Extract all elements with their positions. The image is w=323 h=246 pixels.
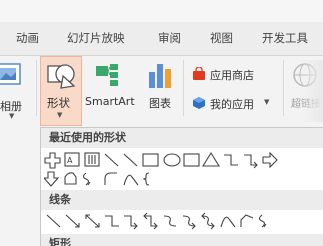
lines-header: 线条 (41, 190, 323, 210)
line-shape-icon[interactable] (123, 153, 138, 167)
double-arrow-line-shape-icon[interactable] (85, 214, 100, 228)
oval-shape-icon[interactable] (163, 153, 181, 167)
vertical-textbox-shape-icon[interactable] (84, 152, 100, 167)
curved-connector-shape-icon[interactable] (163, 215, 177, 227)
cross-shape-icon[interactable] (44, 152, 61, 169)
my-apps-label: 我的应用 (210, 98, 254, 111)
chart-label: 图表 (149, 97, 171, 110)
line-shape-icon[interactable] (46, 214, 61, 228)
store-bag-icon (193, 67, 205, 80)
powerpoint-insert-ribbon: 动画 幻灯片放映 审阅 视图 开发工具 相册 ▼ 形状 ▼ SmartArt 图… (0, 0, 323, 246)
elbow-connector-shape-icon[interactable] (224, 154, 238, 166)
textbox-shape-icon[interactable]: A (64, 152, 80, 167)
elbow-arrow-connector-shape-icon[interactable] (124, 215, 138, 230)
curve-shape-icon[interactable] (220, 216, 236, 228)
smartart-label: SmartArt (85, 95, 135, 108)
ribbon-edge-fade (300, 60, 323, 122)
rectangle-shape-icon[interactable] (183, 153, 200, 167)
photo-album-button[interactable]: 相册 ▼ (0, 58, 34, 122)
brace-shape-icon[interactable] (142, 172, 150, 186)
smartart-button[interactable]: SmartArt (84, 58, 140, 118)
tab-slideshow[interactable]: 幻灯片放映 (67, 30, 125, 46)
shapes-gallery-dropdown: 最近使用的形状 A 线条 矩形 (40, 127, 323, 246)
group-separator (283, 60, 284, 116)
recent-shapes-row-2 (44, 171, 150, 187)
my-apps-dropdown-arrow[interactable]: ▼ (264, 98, 269, 106)
elbow-connector-shape-icon[interactable] (105, 215, 119, 227)
group-separator (183, 60, 184, 116)
rectangles-header: 矩形 (41, 234, 323, 246)
shapes-dropdown-arrow: ▼ (57, 111, 63, 119)
elbow-arrow-connector-shape-icon[interactable] (244, 154, 258, 169)
tab-animation[interactable]: 动画 (16, 30, 39, 46)
chart-icon (149, 64, 171, 88)
shapes-button[interactable]: 形状 ▼ (40, 56, 82, 126)
right-arrow-shape-icon[interactable] (262, 151, 278, 169)
scribble-shape-icon[interactable] (258, 214, 267, 228)
ribbon-tab-bar: 动画 幻灯片放映 审阅 视图 开发工具 (0, 0, 323, 56)
title-strip (0, 0, 323, 22)
triangle-shape-icon[interactable] (202, 151, 220, 167)
my-apps-icon (193, 97, 205, 109)
curved-arrow-connector-shape-icon[interactable] (182, 215, 196, 230)
line-arrow-shape-icon[interactable] (65, 214, 80, 228)
shapes-icon (47, 64, 76, 89)
scribble-shape-icon[interactable] (82, 172, 91, 186)
arc-shape-icon[interactable] (104, 172, 117, 185)
photo-album-dropdown-arrow: ▼ (9, 112, 15, 120)
smartart-icon (96, 64, 118, 86)
elbow-double-arrow-connector-shape-icon[interactable] (143, 212, 158, 230)
tab-view[interactable]: 视图 (210, 30, 233, 46)
my-apps-button[interactable]: 我的应用 ▼ (190, 95, 280, 113)
svg-text:A: A (67, 156, 73, 165)
freeform-shape-icon[interactable] (64, 172, 77, 185)
down-arrow-shape-icon[interactable] (44, 171, 60, 187)
tab-developer[interactable]: 开发工具 (262, 30, 308, 46)
recent-shapes-header: 最近使用的形状 (41, 128, 323, 148)
line-shape-icon[interactable] (104, 153, 119, 167)
lines-row (46, 212, 267, 230)
group-separator (36, 60, 37, 116)
curved-double-arrow-connector-shape-icon[interactable] (201, 212, 215, 230)
shapes-label: 形状 (47, 96, 70, 110)
app-store-button[interactable]: 应用商店 (190, 66, 270, 84)
app-store-label: 应用商店 (210, 69, 254, 82)
recent-shapes-row-1: A (44, 151, 278, 169)
chart-button[interactable]: 图表 (144, 58, 178, 118)
tab-review[interactable]: 审阅 (158, 30, 181, 46)
curve-shape-icon[interactable] (123, 174, 139, 186)
photo-album-icon (0, 63, 21, 85)
rectangle-shape-icon[interactable] (142, 153, 159, 167)
freeform-shape-icon[interactable] (240, 214, 254, 227)
